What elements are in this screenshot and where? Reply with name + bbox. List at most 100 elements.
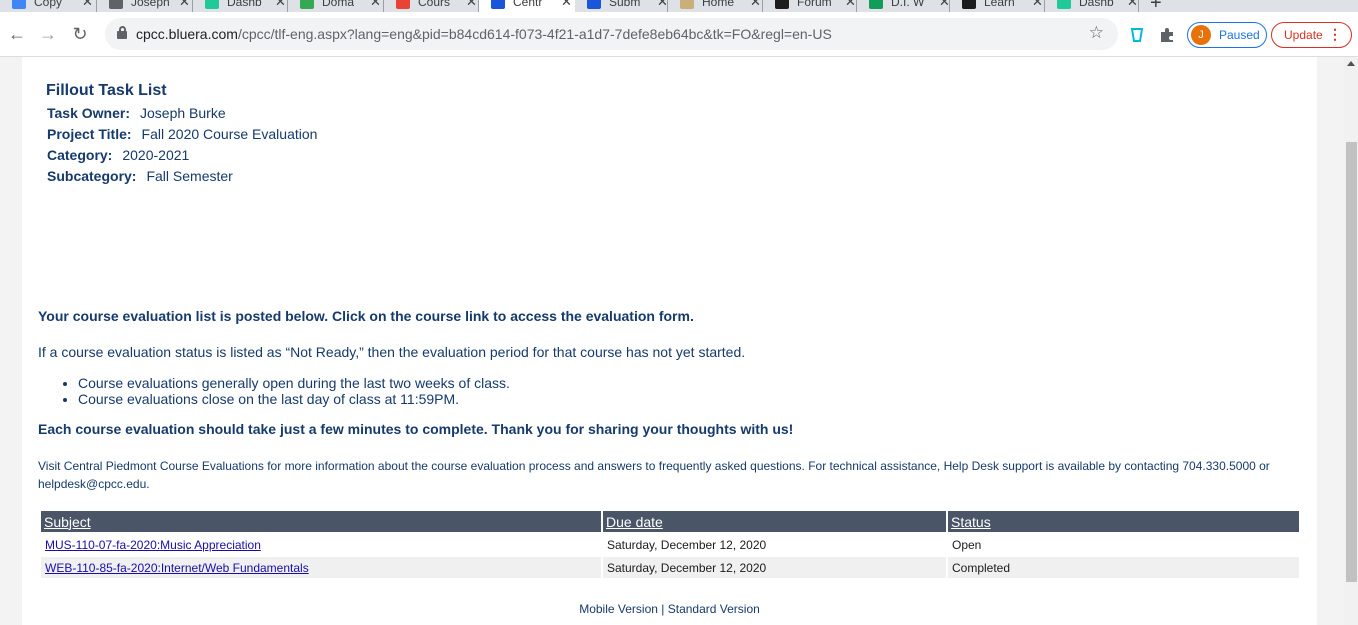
footer-separator: | — [661, 602, 665, 616]
scrollbar-thumb[interactable] — [1346, 142, 1357, 582]
tab-11[interactable]: Dashb ✕ — [1045, 0, 1139, 12]
subcategory-value: Fall Semester — [146, 168, 233, 184]
column-header-subject[interactable]: Subject — [41, 511, 601, 532]
tab-3[interactable]: Doma ✕ — [288, 0, 384, 12]
category-row: Category: 2020-2021 — [47, 147, 189, 163]
close-icon[interactable]: ✕ — [370, 0, 381, 10]
bluera-icon — [587, 0, 601, 9]
project-title-label: Project Title: — [47, 126, 132, 142]
instructions-headline: Your course evaluation list is posted be… — [38, 308, 694, 324]
category-value: 2020-2021 — [122, 147, 190, 163]
project-title-row: Project Title: Fall 2020 Course Evaluatio… — [47, 126, 317, 142]
vertical-scrollbar[interactable] — [1344, 57, 1358, 625]
list-item: Course evaluations generally open during… — [78, 375, 510, 391]
update-button[interactable]: Update ⋮ — [1271, 22, 1352, 48]
tab-label: Joseph — [131, 0, 170, 9]
tab-label: Learn — [984, 0, 1015, 9]
table-row: MUS-110-07-fa-2020:Music Appreciation Sa… — [41, 534, 1299, 555]
standard-version-link[interactable]: Standard Version — [668, 602, 760, 616]
reload-icon[interactable]: ↻ — [68, 22, 92, 46]
close-icon[interactable]: ✕ — [561, 0, 572, 10]
avatar: J — [1191, 25, 1211, 45]
subject-cell: WEB-110-85-fa-2020:Internet/Web Fundamen… — [41, 557, 601, 578]
update-label: Update — [1284, 28, 1323, 42]
tab-label: Cours — [418, 0, 451, 9]
category-label: Category: — [47, 147, 113, 163]
not-ready-note: If a course evaluation status is listed … — [38, 344, 746, 360]
bookmark-star-icon[interactable]: ☆ — [1089, 23, 1104, 43]
tab-5-active[interactable]: Centr ✕ — [479, 0, 575, 12]
tab-6[interactable]: Subm ✕ — [575, 0, 668, 12]
instructions-list: Course evaluations generally open during… — [78, 375, 510, 407]
tab-label: Dashb — [1079, 0, 1114, 9]
subject-cell: MUS-110-07-fa-2020:Music Appreciation — [41, 534, 601, 555]
tab-7[interactable]: Home ✕ — [668, 0, 763, 12]
browser-toolbar: ← → ↻ cpcc.bluera.com/cpcc/tlf-eng.aspx?… — [0, 12, 1358, 57]
learn-icon — [962, 0, 976, 9]
project-title-value: Fall 2020 Course Evaluation — [141, 126, 318, 142]
course-link-web-fundamentals[interactable]: WEB-110-85-fa-2020:Internet/Web Fundamen… — [45, 561, 309, 575]
close-icon[interactable]: ✕ — [845, 0, 856, 10]
tab-label: Doma — [322, 0, 355, 9]
course-link-music-appreciation[interactable]: MUS-110-07-fa-2020:Music Appreciation — [45, 538, 261, 552]
gmail-icon — [396, 0, 410, 9]
page-viewport: Fillout Task List Task Owner: Joseph Burk… — [0, 57, 1358, 625]
close-icon[interactable]: ✕ — [179, 0, 190, 10]
close-icon[interactable]: ✕ — [275, 0, 286, 10]
puzzle-extensions-icon[interactable] — [1158, 26, 1176, 44]
tab-4[interactable]: Cours ✕ — [384, 0, 479, 12]
tab-strip: Copy ✕ Joseph ✕ Dashb ✕ Doma ✕ Cours ✕ C… — [0, 0, 1358, 12]
help-info: Visit Central Piedmont Course Evaluation… — [38, 459, 1270, 491]
close-icon[interactable]: ✕ — [82, 0, 93, 10]
tab-1[interactable]: Joseph ✕ — [97, 0, 193, 12]
list-item: Course evaluations close on the last day… — [78, 391, 510, 407]
subcategory-row: Subcategory: Fall Semester — [47, 168, 233, 184]
extension-cup-icon[interactable] — [1128, 26, 1146, 44]
tab-8[interactable]: Forum ✕ — [763, 0, 857, 12]
minimize-icon[interactable]: — — [1330, 0, 1344, 6]
tab-label: Dashb — [227, 0, 262, 9]
page-content: Fillout Task List Task Owner: Joseph Burk… — [22, 57, 1317, 625]
tab-9[interactable]: D.I. W ✕ — [857, 0, 950, 12]
lock-icon — [117, 26, 127, 39]
scroll-up-arrow-icon[interactable] — [1347, 61, 1355, 66]
column-header-status[interactable]: Status — [948, 511, 1299, 532]
document-icon — [109, 0, 123, 9]
subcategory-label: Subcategory: — [47, 168, 137, 184]
tab-0[interactable]: Copy ✕ — [0, 0, 97, 12]
tab-label: Home — [702, 0, 735, 9]
tab-10[interactable]: Learn ✕ — [950, 0, 1045, 12]
profile-button[interactable]: J Paused — [1187, 22, 1267, 48]
tab-label: D.I. W — [891, 0, 925, 9]
task-owner-value: Joseph Burke — [140, 105, 226, 121]
profile-status: Paused — [1219, 28, 1260, 42]
close-icon[interactable]: ✕ — [750, 0, 761, 10]
close-icon[interactable]: ✕ — [466, 0, 477, 10]
status-cell: Open — [948, 534, 1299, 555]
column-header-due-date[interactable]: Due date — [603, 511, 946, 532]
docs-icon — [12, 0, 26, 9]
thanks-note: Each course evaluation should take just … — [38, 421, 794, 437]
home-icon — [680, 0, 694, 9]
tab-label: Centr — [513, 0, 543, 9]
forward-icon[interactable]: → — [36, 22, 60, 46]
tab-label: Forum — [797, 0, 832, 9]
evaluation-table: Subject Due date Status MUS-110-07-fa-20… — [39, 509, 1301, 580]
tab-label: Subm — [609, 0, 641, 9]
close-icon[interactable]: ✕ — [1127, 0, 1138, 10]
due-date-cell: Saturday, December 12, 2020 — [603, 534, 946, 555]
task-owner-row: Task Owner: Joseph Burke — [47, 105, 226, 121]
table-row: WEB-110-85-fa-2020:Internet/Web Fundamen… — [41, 557, 1299, 578]
sheets-icon — [869, 0, 883, 9]
url-text[interactable]: cpcc.bluera.com/cpcc/tlf-eng.aspx?lang=e… — [136, 26, 832, 42]
table-header-row: Subject Due date Status — [41, 511, 1299, 532]
mobile-version-link[interactable]: Mobile Version — [579, 602, 658, 616]
page-footer: Mobile Version | Standard Version — [22, 602, 1317, 616]
address-bar[interactable]: cpcc.bluera.com/cpcc/tlf-eng.aspx?lang=e… — [105, 18, 1118, 50]
tab-2[interactable]: Dashb ✕ — [193, 0, 288, 12]
kebab-menu-icon[interactable]: ⋮ — [1328, 26, 1342, 43]
back-icon[interactable]: ← — [5, 22, 29, 46]
new-tab-icon[interactable]: + — [1150, 0, 1162, 12]
bluera-icon — [491, 0, 505, 9]
close-icon[interactable]: ✕ — [1032, 0, 1043, 10]
